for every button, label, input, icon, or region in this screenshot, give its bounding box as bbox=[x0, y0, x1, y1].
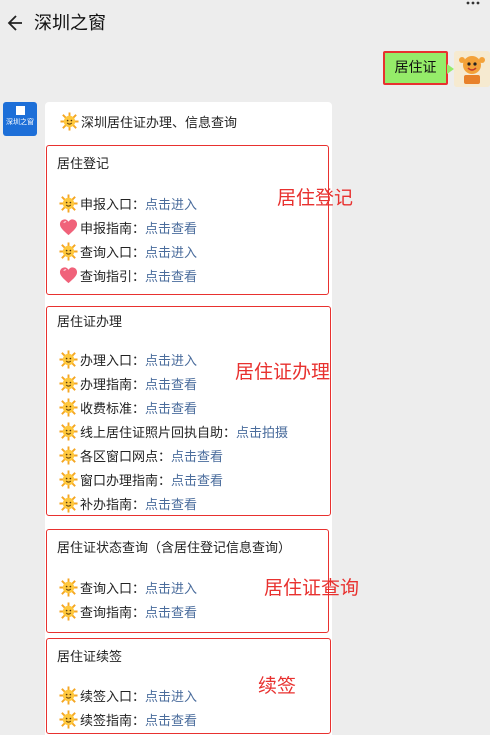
list-item: 窗口办理指南： 点击查看 bbox=[59, 468, 223, 490]
more-icon[interactable] bbox=[466, 0, 480, 8]
item-link[interactable]: 点击查看 bbox=[145, 218, 197, 237]
sun-emoji-icon bbox=[59, 469, 78, 489]
logo-icon bbox=[15, 106, 25, 115]
sun-emoji-icon bbox=[59, 349, 78, 369]
cartoon-avatar-icon bbox=[454, 51, 490, 87]
item-label: 查询入口： bbox=[80, 581, 146, 597]
sun-emoji-icon bbox=[59, 397, 78, 417]
sun-emoji-icon bbox=[60, 112, 79, 131]
user-avatar[interactable] bbox=[454, 51, 490, 87]
item-label: 申报指南： bbox=[80, 221, 146, 237]
item-link[interactable]: 点击拍摄 bbox=[236, 422, 288, 441]
item-link[interactable]: 点击查看 bbox=[145, 266, 197, 285]
item-link[interactable]: 点击查看 bbox=[145, 602, 197, 621]
item-label: 续签入口： bbox=[80, 689, 146, 705]
list-item: 查询指引： 点击查看 bbox=[59, 264, 197, 286]
chat-header: 深圳之窗 bbox=[0, 0, 490, 44]
sun-emoji-icon bbox=[59, 193, 78, 213]
section-title: 居住证状态查询（含居住登记信息查询） bbox=[57, 541, 292, 556]
item-label: 续签指南： bbox=[80, 713, 146, 729]
list-item: 补办指南： 点击查看 bbox=[59, 492, 197, 514]
card-title-text: 深圳居住证办理、信息查询 bbox=[81, 116, 238, 131]
item-link[interactable]: 点击查看 bbox=[171, 446, 223, 465]
official-account-avatar[interactable]: 深圳之窗 bbox=[3, 102, 37, 136]
item-label: 窗口办理指南： bbox=[80, 473, 172, 489]
card-title: 深圳居住证办理、信息查询 bbox=[60, 112, 237, 131]
section-annotation: 居住登记 bbox=[277, 187, 354, 209]
item-link[interactable]: 点击进入 bbox=[145, 194, 197, 213]
list-item: 办理入口： 点击进入 bbox=[59, 348, 197, 370]
sun-emoji-icon bbox=[59, 709, 78, 729]
item-label: 办理指南： bbox=[80, 377, 146, 393]
item-label: 补办指南： bbox=[80, 497, 146, 513]
item-label: 查询指南： bbox=[80, 605, 146, 621]
sun-emoji-icon bbox=[59, 445, 78, 465]
item-label: 查询指引： bbox=[80, 269, 146, 285]
heart-emoji-icon bbox=[59, 266, 78, 283]
item-label: 线上居住证照片回执自助： bbox=[80, 425, 237, 441]
section-annotation: 居住证办理 bbox=[235, 361, 331, 383]
item-label: 查询入口： bbox=[80, 245, 146, 261]
item-link[interactable]: 点击查看 bbox=[145, 398, 197, 417]
avatar-label: 深圳之窗 bbox=[6, 118, 34, 126]
list-item: 各区窗口网点： 点击查看 bbox=[59, 444, 223, 466]
item-label: 各区窗口网点： bbox=[80, 449, 172, 465]
item-link[interactable]: 点击查看 bbox=[171, 470, 223, 489]
item-link[interactable]: 点击进入 bbox=[145, 578, 197, 597]
sun-emoji-icon bbox=[59, 421, 78, 441]
list-item: 申报指南： 点击查看 bbox=[59, 216, 197, 238]
sun-emoji-icon bbox=[59, 493, 78, 513]
sent-message-bubble[interactable]: 居住证 bbox=[383, 51, 454, 85]
list-item: 线上居住证照片回执自助： 点击拍摄 bbox=[59, 420, 288, 442]
list-item: 申报入口： 点击进入 bbox=[59, 192, 197, 214]
item-label: 申报入口： bbox=[80, 197, 146, 213]
item-link[interactable]: 点击查看 bbox=[145, 710, 197, 729]
sun-emoji-icon bbox=[59, 601, 78, 621]
item-link[interactable]: 点击查看 bbox=[145, 374, 197, 393]
list-item: 续签指南： 点击查看 bbox=[59, 708, 197, 730]
item-label: 收费标准： bbox=[80, 401, 146, 417]
list-item: 查询入口： 点击进入 bbox=[59, 240, 197, 262]
section-annotation: 居住证查询 bbox=[264, 577, 360, 599]
sun-emoji-icon bbox=[59, 685, 78, 705]
list-item: 续签入口： 点击进入 bbox=[59, 684, 197, 706]
item-link[interactable]: 点击查看 bbox=[145, 494, 197, 513]
section-title: 居住证办理 bbox=[57, 315, 123, 330]
list-item: 办理指南： 点击查看 bbox=[59, 372, 197, 394]
section-title: 居住登记 bbox=[57, 157, 110, 172]
sun-emoji-icon bbox=[59, 373, 78, 393]
item-link[interactable]: 点击进入 bbox=[145, 242, 197, 261]
list-item: 查询指南： 点击查看 bbox=[59, 600, 197, 622]
sun-emoji-icon bbox=[59, 241, 78, 261]
heart-emoji-icon bbox=[59, 218, 78, 235]
back-arrow-icon[interactable] bbox=[6, 12, 28, 34]
sun-emoji-icon bbox=[59, 577, 78, 597]
section-annotation: 续签 bbox=[258, 675, 297, 697]
item-link[interactable]: 点击进入 bbox=[145, 686, 197, 705]
chat-title: 深圳之窗 bbox=[34, 13, 106, 34]
list-item: 查询入口： 点击进入 bbox=[59, 576, 197, 598]
item-label: 办理入口： bbox=[80, 353, 146, 369]
list-item: 收费标准： 点击查看 bbox=[59, 396, 197, 418]
section-title: 居住证续签 bbox=[57, 650, 123, 665]
item-link[interactable]: 点击进入 bbox=[145, 350, 197, 369]
